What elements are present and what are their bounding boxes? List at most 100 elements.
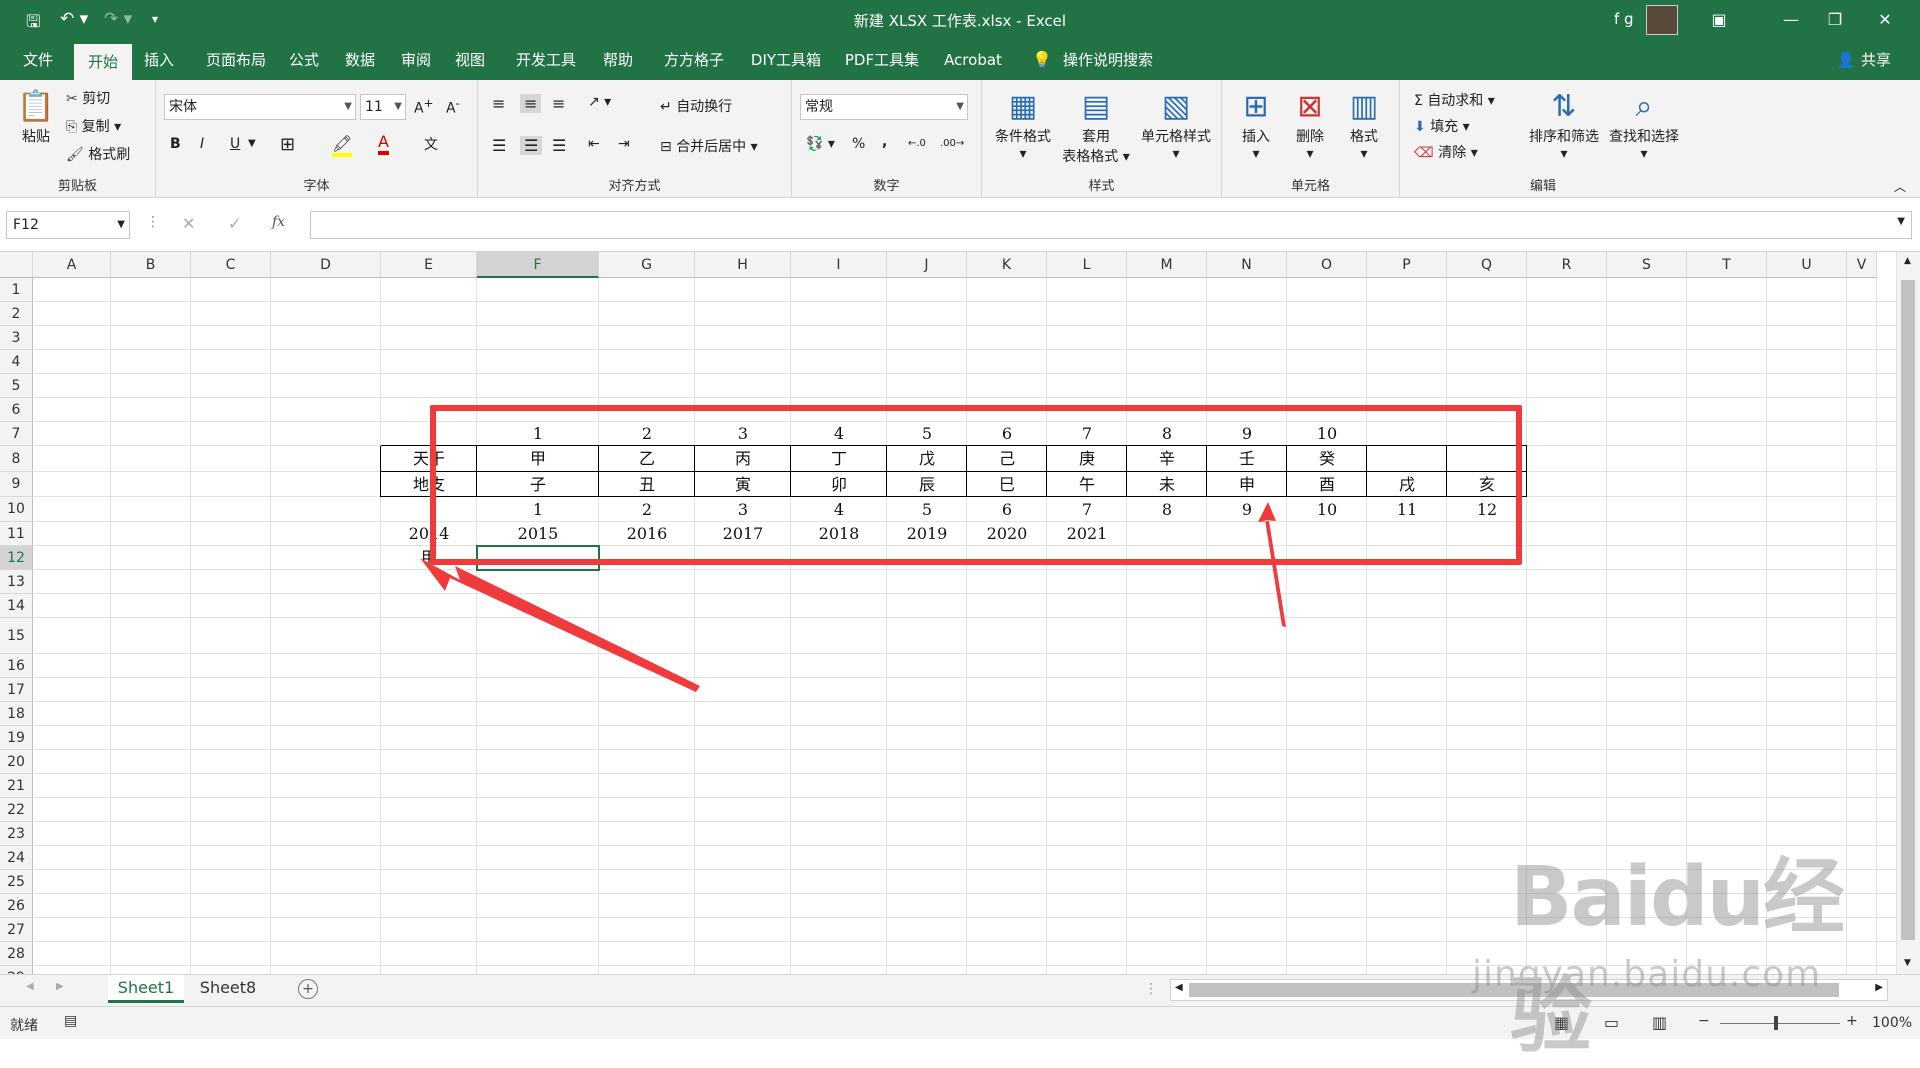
decrease-decimal-icon[interactable]: .00→	[940, 138, 964, 149]
row-header-20[interactable]: 20	[0, 750, 33, 774]
number-format-combo[interactable]: 常规 ▼	[800, 94, 968, 120]
tab-data[interactable]: 数据	[340, 40, 380, 80]
align-left-icon[interactable]: ☰	[492, 136, 506, 155]
tell-me-search[interactable]: 操作说明搜索	[1060, 40, 1156, 80]
formula-input[interactable]: ▼	[310, 211, 1912, 239]
minimize-icon[interactable]: —	[1768, 6, 1814, 34]
row-header-17[interactable]: 17	[0, 678, 33, 702]
column-header-N[interactable]: N	[1207, 252, 1287, 278]
column-header-V[interactable]: V	[1847, 252, 1877, 278]
row-header-4[interactable]: 4	[0, 350, 33, 374]
name-box[interactable]: F12 ▼	[6, 211, 130, 239]
column-header-C[interactable]: C	[191, 252, 271, 278]
scroll-up-icon[interactable]: ▲	[1904, 256, 1911, 266]
font-color-icon[interactable]: A	[378, 132, 389, 155]
cell-styles-button[interactable]: ▧ 单元格样式 ▾	[1134, 88, 1218, 162]
row-header-12[interactable]: 12	[0, 546, 33, 570]
font-size-combo[interactable]: 11 ▼	[360, 94, 406, 120]
scroll-left-icon[interactable]: ◀	[1175, 982, 1183, 993]
expand-icon[interactable]: ▼	[1897, 216, 1905, 227]
column-header-S[interactable]: S	[1607, 252, 1687, 278]
sheet-tab-sheet1[interactable]: Sheet1	[108, 975, 184, 1003]
format-cells-button[interactable]: ▥ 格式 ▾	[1338, 88, 1390, 162]
column-header-Q[interactable]: Q	[1447, 252, 1527, 278]
row-header-29[interactable]: 29	[0, 966, 33, 974]
column-header-K[interactable]: K	[967, 252, 1047, 278]
italic-button[interactable]: I	[200, 136, 204, 152]
column-header-M[interactable]: M	[1127, 252, 1207, 278]
tab-page-layout[interactable]: 页面布局	[196, 40, 276, 80]
row-header-14[interactable]: 14	[0, 594, 33, 618]
tab-pdf-tools[interactable]: PDF工具集	[840, 40, 924, 80]
collapse-ribbon-icon[interactable]: ︿	[1894, 178, 1906, 195]
column-header-H[interactable]: H	[695, 252, 791, 278]
row-header-6[interactable]: 6	[0, 398, 33, 422]
row-header-1[interactable]: 1	[0, 278, 33, 302]
row-header-23[interactable]: 23	[0, 822, 33, 846]
prev-sheet-icon[interactable]: ◀	[26, 981, 34, 992]
enter-icon[interactable]: ✓	[228, 214, 241, 233]
column-header-G[interactable]: G	[599, 252, 695, 278]
row-header-15[interactable]: 15	[0, 618, 33, 654]
orientation-icon[interactable]: ↗ ▾	[588, 94, 611, 110]
tab-insert[interactable]: 插入	[136, 40, 182, 80]
comma-button[interactable]: ,	[882, 134, 887, 150]
scroll-down-icon[interactable]: ▼	[1904, 958, 1911, 968]
row-header-3[interactable]: 3	[0, 326, 33, 350]
column-header-L[interactable]: L	[1047, 252, 1127, 278]
row-header-18[interactable]: 18	[0, 702, 33, 726]
tab-developer[interactable]: 开发工具	[506, 40, 586, 80]
scroll-thumb[interactable]	[1901, 280, 1915, 940]
border-icon[interactable]: ⊞	[280, 134, 295, 155]
row-header-25[interactable]: 25	[0, 870, 33, 894]
row-header-24[interactable]: 24	[0, 846, 33, 870]
row-header-2[interactable]: 2	[0, 302, 33, 326]
row-header-9[interactable]: 9	[0, 472, 33, 497]
underline-button[interactable]: U	[230, 136, 240, 152]
currency-icon[interactable]: 💱 ▾	[806, 136, 835, 152]
column-header-D[interactable]: D	[271, 252, 381, 278]
ribbon-display-icon[interactable]: ▣	[1696, 6, 1742, 34]
row-header-22[interactable]: 22	[0, 798, 33, 822]
cancel-icon[interactable]: ✕	[182, 214, 195, 233]
cut-button[interactable]: ✂ 剪切	[66, 88, 110, 108]
paste-button[interactable]: 📋 粘贴	[14, 88, 58, 146]
column-header-E[interactable]: E	[381, 252, 477, 278]
column-header-I[interactable]: I	[791, 252, 887, 278]
align-top-icon[interactable]: ≡	[492, 94, 505, 113]
column-header-A[interactable]: A	[33, 252, 111, 278]
macro-record-icon[interactable]: ▤	[64, 1013, 77, 1029]
tab-ffgz[interactable]: 方方格子	[654, 40, 734, 80]
user-name[interactable]: f g	[1614, 10, 1634, 28]
wrap-text-button[interactable]: ↵ 自动换行	[660, 96, 732, 116]
row-header-26[interactable]: 26	[0, 894, 33, 918]
tab-help[interactable]: 帮助	[598, 40, 638, 80]
conditional-format-button[interactable]: ▦ 条件格式 ▾	[990, 88, 1056, 162]
add-sheet-icon[interactable]: +	[298, 979, 318, 999]
align-center-icon[interactable]: ☰	[520, 136, 543, 155]
tab-acrobat[interactable]: Acrobat	[938, 40, 1008, 80]
fill-button[interactable]: ⬇ 填充 ▾	[1414, 116, 1470, 136]
clear-button[interactable]: ⌫ 清除 ▾	[1414, 142, 1478, 162]
column-header-O[interactable]: O	[1287, 252, 1367, 278]
decrease-indent-icon[interactable]: ⇤	[588, 136, 600, 152]
copy-button[interactable]: ⎘ 复制 ▾	[66, 116, 121, 136]
row-header-11[interactable]: 11	[0, 522, 33, 546]
avatar[interactable]	[1646, 5, 1678, 35]
format-as-table-button[interactable]: ▤ 套用 表格格式 ▾	[1060, 88, 1132, 166]
column-header-T[interactable]: T	[1687, 252, 1767, 278]
insert-function-button[interactable]: fx	[272, 214, 285, 230]
tab-formulas[interactable]: 公式	[284, 40, 324, 80]
tab-home[interactable]: 开始	[74, 44, 132, 80]
find-select-button[interactable]: ⌕ 查找和选择 ▾	[1604, 88, 1684, 162]
column-header-B[interactable]: B	[111, 252, 191, 278]
row-header-19[interactable]: 19	[0, 726, 33, 750]
increase-decimal-icon[interactable]: ←.0	[908, 138, 926, 149]
align-middle-icon[interactable]: ≡	[520, 94, 542, 113]
row-header-27[interactable]: 27	[0, 918, 33, 942]
row-header-16[interactable]: 16	[0, 654, 33, 678]
bold-button[interactable]: B	[170, 136, 181, 152]
column-header-P[interactable]: P	[1367, 252, 1447, 278]
close-icon[interactable]: ✕	[1862, 6, 1908, 34]
row-header-5[interactable]: 5	[0, 374, 33, 398]
